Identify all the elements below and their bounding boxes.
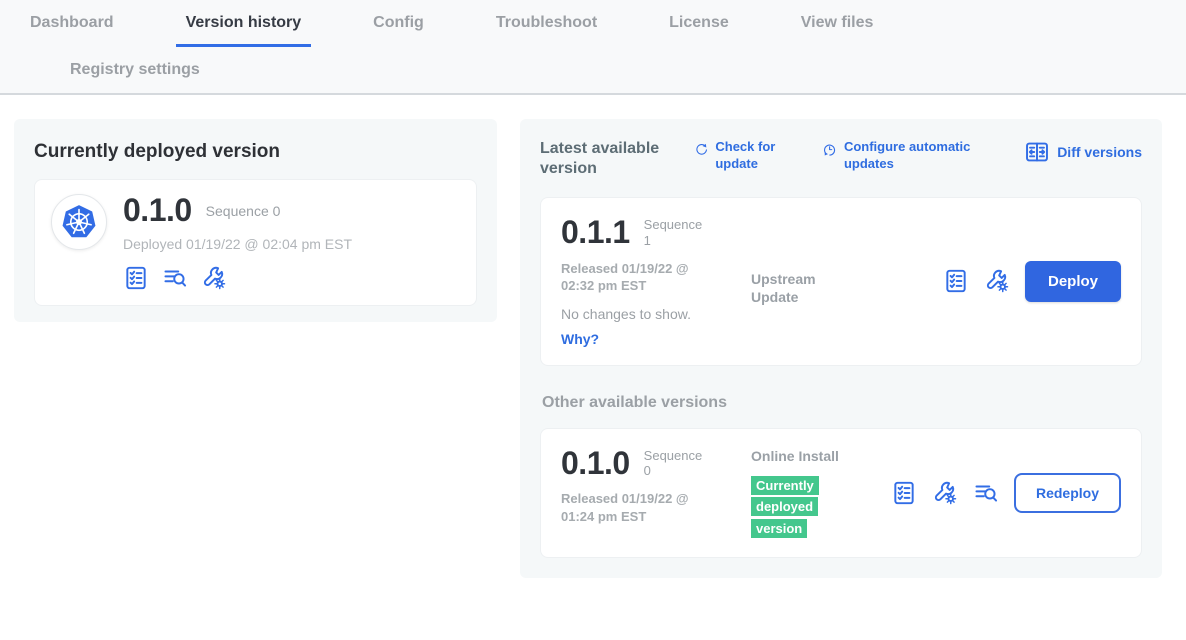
diff-versions-link[interactable]: Diff versions (1024, 139, 1142, 165)
preflight-checks-icon[interactable] (943, 268, 969, 294)
other-version-actions: Redeploy (891, 473, 1121, 513)
deployed-sequence-label: Sequence 0 (206, 203, 281, 219)
auto-update-icon (822, 139, 837, 160)
nav-row-primary: Dashboard Version history Config Trouble… (20, 14, 1186, 47)
other-version-source: Online Install (751, 447, 851, 465)
top-navigation: Dashboard Version history Config Trouble… (0, 0, 1186, 95)
edit-config-icon[interactable] (984, 268, 1010, 294)
app-logo (51, 194, 107, 250)
latest-version-title: Latest available version (540, 139, 668, 179)
latest-released-timestamp: Released 01/19/22 @ 02:32 pm EST (561, 260, 703, 295)
redeploy-button[interactable]: Redeploy (1014, 473, 1121, 513)
deployed-version-details: 0.1.0 Sequence 0 Deployed 01/19/22 @ 02:… (123, 194, 352, 291)
latest-version-source: Upstream Update (751, 216, 851, 306)
deployed-version-number: 0.1.0 (123, 194, 192, 228)
tab-dashboard[interactable]: Dashboard (20, 14, 124, 47)
latest-version-card: 0.1.1 Sequence 1 Released 01/19/22 @ 02:… (540, 197, 1142, 366)
tab-troubleshoot[interactable]: Troubleshoot (486, 14, 607, 47)
currently-deployed-title: Currently deployed version (34, 141, 477, 163)
currently-deployed-card: 0.1.0 Sequence 0 Deployed 01/19/22 @ 02:… (34, 179, 477, 306)
check-update-icon (694, 139, 708, 160)
latest-version-header: Latest available version Check for updat… (540, 139, 1142, 179)
currently-deployed-panel: Currently deployed version (14, 119, 497, 322)
other-version-card: 0.1.0 Sequence 0 Released 01/19/22 @ 01:… (540, 428, 1142, 559)
latest-sequence-label: Sequence 1 (644, 217, 706, 248)
other-released-timestamp: Released 01/19/22 @ 01:24 pm EST (561, 490, 703, 525)
check-for-update-link[interactable]: Check for update (694, 139, 788, 173)
nav-row-secondary: Registry settings (20, 47, 1186, 93)
tab-version-history[interactable]: Version history (176, 14, 312, 47)
tab-config[interactable]: Config (363, 14, 434, 47)
diff-versions-icon (1024, 139, 1050, 165)
preflight-checks-icon[interactable] (891, 480, 917, 506)
edit-config-icon[interactable] (201, 265, 227, 291)
latest-version-actions: Deploy (943, 261, 1121, 302)
diff-versions-label: Diff versions (1057, 143, 1142, 161)
why-link[interactable]: Why? (561, 331, 751, 347)
configure-auto-updates-label: Configure automatic updates (844, 139, 972, 173)
tab-registry-settings[interactable]: Registry settings (60, 61, 210, 81)
tab-license[interactable]: License (659, 14, 739, 47)
deployed-timestamp: Deployed 01/19/22 @ 02:04 pm EST (123, 236, 352, 252)
other-version-info: 0.1.0 Sequence 0 Released 01/19/22 @ 01:… (561, 447, 751, 526)
kubernetes-icon (59, 202, 99, 242)
available-versions-panel: Latest available version Check for updat… (520, 119, 1162, 578)
currently-deployed-badge: Currently deployed version (751, 476, 819, 538)
latest-version-info: 0.1.1 Sequence 1 Released 01/19/22 @ 02:… (561, 216, 751, 347)
currently-deployed-badge-wrap: Currently deployed version (751, 475, 819, 539)
deploy-button[interactable]: Deploy (1025, 261, 1121, 302)
other-versions-title: Other available versions (542, 394, 1142, 412)
deploy-logs-icon[interactable] (162, 265, 188, 291)
other-sequence-label: Sequence 0 (644, 448, 706, 479)
no-changes-note: No changes to show. (561, 306, 751, 322)
configure-auto-updates-link[interactable]: Configure automatic updates (822, 139, 972, 173)
version-history-page: Currently deployed version (0, 95, 1186, 578)
other-version-number: 0.1.0 (561, 447, 630, 481)
tab-view-files[interactable]: View files (791, 14, 884, 47)
check-for-update-label: Check for update (715, 139, 788, 173)
edit-config-icon[interactable] (932, 480, 958, 506)
preflight-checks-icon[interactable] (123, 265, 149, 291)
latest-version-number: 0.1.1 (561, 216, 630, 250)
other-version-source-col: Online Install Currently deployed versio… (751, 447, 851, 540)
deploy-logs-icon[interactable] (973, 480, 999, 506)
